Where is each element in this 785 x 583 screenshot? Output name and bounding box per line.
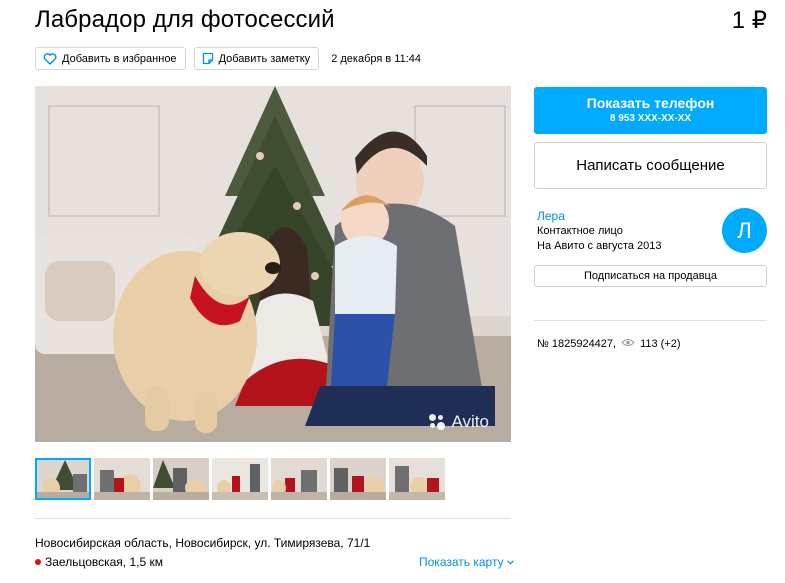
phone-number-masked: 8 953 XXX-XX-XX xyxy=(609,113,692,124)
main-photo-illustration xyxy=(35,86,511,442)
address: Новосибирская область, Новосибирск, ул. … xyxy=(35,536,371,550)
subscribe-seller-button[interactable]: Подписаться на продавца xyxy=(534,265,767,287)
add-to-favorites-button[interactable]: Добавить в избранное xyxy=(35,47,186,70)
add-to-favorites-label: Добавить в избранное xyxy=(62,52,177,65)
seller-since: На Авито с августа 2013 xyxy=(537,240,662,252)
note-icon xyxy=(202,52,214,65)
chevron-down-icon xyxy=(506,555,514,569)
photo-thumbnails xyxy=(35,458,445,500)
listing-actions: Добавить в избранное Добавить заметку 2 … xyxy=(35,47,421,70)
metro-station: Заельцовская, 1,5 км xyxy=(35,555,163,569)
add-note-button[interactable]: Добавить заметку xyxy=(193,47,320,70)
publish-date: 2 декабря в 11:44 xyxy=(331,52,421,65)
listing-title: Лабрадор для фотосессий xyxy=(35,6,335,33)
thumbnail-3[interactable] xyxy=(153,458,209,500)
thumbnail-5[interactable] xyxy=(271,458,327,500)
heart-icon xyxy=(43,52,57,65)
avito-watermark-text: Avito xyxy=(451,412,490,431)
metro-label: Заельцовская, 1,5 км xyxy=(45,555,163,569)
thumbnail-1[interactable] xyxy=(35,458,91,500)
thumbnail-6[interactable] xyxy=(330,458,386,500)
show-map-link[interactable]: Показать карту xyxy=(419,555,514,569)
content-divider xyxy=(35,518,511,519)
listing-stats: № 1825924427, 113 (+2) xyxy=(537,338,681,350)
write-message-button[interactable]: Написать сообщение xyxy=(534,142,767,189)
avito-watermark: Avito xyxy=(428,412,490,432)
avito-logo-icon xyxy=(428,414,447,430)
thumbnail-2[interactable] xyxy=(94,458,150,500)
thumbnail-7[interactable] xyxy=(389,458,445,500)
show-phone-button[interactable]: Показать телефон 8 953 XXX-XX-XX xyxy=(534,87,767,134)
ad-number: № 1825924427, xyxy=(537,338,617,350)
sidebar-divider xyxy=(534,320,767,321)
eye-icon xyxy=(621,338,635,350)
add-note-label: Добавить заметку xyxy=(218,52,311,65)
thumbnail-4[interactable] xyxy=(212,458,268,500)
seller-role: Контактное лицо xyxy=(537,225,623,237)
avatar[interactable]: Л xyxy=(722,208,767,253)
show-map-label: Показать карту xyxy=(419,555,504,569)
metro-icon xyxy=(35,559,41,565)
view-count: 113 (+2) xyxy=(640,338,681,350)
show-phone-label: Показать телефон xyxy=(586,95,715,111)
main-photo[interactable]: Avito xyxy=(35,86,511,442)
listing-price: 1 ₽ xyxy=(731,7,767,34)
seller-name[interactable]: Лера xyxy=(537,209,565,223)
